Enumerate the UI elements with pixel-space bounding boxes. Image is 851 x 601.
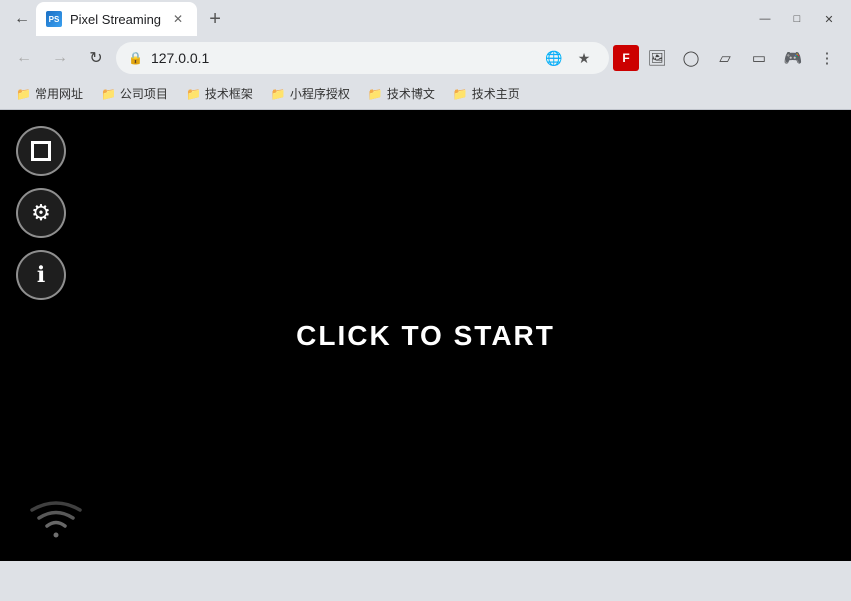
bookmark-label-6: 技术主页	[472, 85, 520, 102]
titlebar: ← PS Pixel Streaming ✕ + — □ ✕	[0, 0, 851, 38]
bookmark-label-5: 技术博文	[387, 85, 435, 102]
maximize-button[interactable]: □	[783, 5, 811, 33]
new-tab-button[interactable]: +	[201, 5, 229, 33]
folder-icon-1: 📁	[16, 87, 31, 101]
window-controls: — □ ✕	[751, 5, 843, 33]
tab-title: Pixel Streaming	[70, 12, 161, 27]
fullscreen-button[interactable]	[16, 126, 66, 176]
bookmark-item-3[interactable]: 📁 技术框架	[178, 81, 261, 107]
battery-button[interactable]: ▱	[709, 42, 741, 74]
omnibox-actions: 🌐 ★	[541, 45, 597, 71]
settings-button[interactable]: ⚙	[16, 188, 66, 238]
bookmark-item-4[interactable]: 📁 小程序授权	[263, 81, 358, 107]
gear-icon: ⚙	[31, 200, 51, 226]
active-tab[interactable]: PS Pixel Streaming ✕	[36, 2, 197, 36]
folder-icon-2: 📁	[101, 87, 116, 101]
close-button[interactable]: ✕	[815, 5, 843, 33]
minimize-button[interactable]: —	[751, 5, 779, 33]
gamepad-button[interactable]: 🎮	[777, 42, 809, 74]
tab-favicon: PS	[46, 11, 62, 27]
lock-icon: 🔒	[128, 51, 143, 65]
content-area[interactable]: ⚙ ℹ CLICK TO START	[0, 110, 851, 561]
folder-icon-5: 📁	[368, 87, 383, 101]
omnibox[interactable]: 🔒 🌐 ★	[116, 42, 609, 74]
click-to-start-text: CLICK TO START	[296, 320, 555, 352]
overlay-buttons: ⚙ ℹ	[16, 126, 66, 300]
menu-button[interactable]: ⋮	[811, 42, 843, 74]
info-button[interactable]: ℹ	[16, 250, 66, 300]
extensions-button[interactable]: ◯	[675, 42, 707, 74]
bookmark-label-4: 小程序授权	[290, 85, 350, 102]
tab-close-button[interactable]: ✕	[169, 10, 187, 28]
bookmark-item-6[interactable]: 📁 技术主页	[445, 81, 528, 107]
titlebar-left: ← PS Pixel Streaming ✕ +	[8, 2, 743, 36]
folder-icon-3: 📁	[186, 87, 201, 101]
wifi-icon	[30, 499, 82, 541]
tab-bar: PS Pixel Streaming ✕ +	[36, 2, 743, 36]
bookmarks-bar: 📁 常用网址 📁 公司项目 📁 技术框架 📁 小程序授权 📁 技术博文 📁 技术…	[0, 78, 851, 110]
addressbar: ← → ↻ 🔒 🌐 ★ F 🖼 ◯ ▱ ▭ 🎮 ⋮	[0, 38, 851, 78]
chrome-back-button[interactable]: ←	[8, 5, 36, 33]
folder-icon-4: 📁	[271, 87, 286, 101]
profile-button[interactable]: F	[613, 45, 639, 71]
bookmark-item-2[interactable]: 📁 公司项目	[93, 81, 176, 107]
folder-icon-6: 📁	[453, 87, 468, 101]
bookmark-label-2: 公司项目	[120, 85, 168, 102]
refresh-button[interactable]: ↻	[80, 42, 112, 74]
url-input[interactable]	[151, 50, 533, 66]
splitscreen-button[interactable]: ▭	[743, 42, 775, 74]
bookmark-item-5[interactable]: 📁 技术博文	[360, 81, 443, 107]
bookmark-star-button[interactable]: ★	[571, 45, 597, 71]
expand-icon	[31, 141, 51, 161]
forward-button[interactable]: →	[44, 42, 76, 74]
bookmark-label-3: 技术框架	[205, 85, 253, 102]
bookmark-label-1: 常用网址	[35, 85, 83, 102]
translate-button[interactable]: 🌐	[541, 45, 567, 71]
back-button[interactable]: ←	[8, 42, 40, 74]
image-button[interactable]: 🖼	[641, 42, 673, 74]
bookmark-item-1[interactable]: 📁 常用网址	[8, 81, 91, 107]
wifi-svg	[30, 499, 82, 541]
info-icon: ℹ	[37, 262, 45, 288]
toolbar-right: F 🖼 ◯ ▱ ▭ 🎮 ⋮	[613, 42, 843, 74]
